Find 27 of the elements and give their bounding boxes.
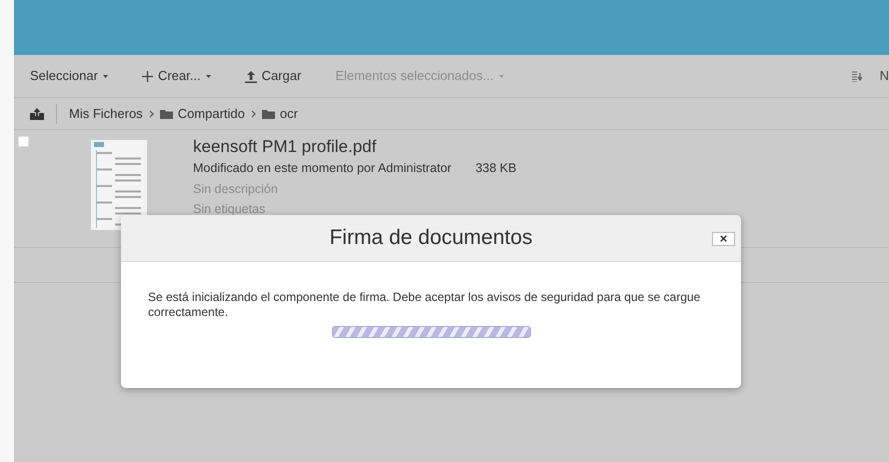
plus-icon: [142, 70, 153, 82]
breadcrumb-link[interactable]: Mis Ficheros: [69, 104, 143, 124]
toolbar-button[interactable]: Cargar: [244, 66, 302, 86]
caret-icon: [206, 74, 211, 78]
toolbar-button[interactable]: Seleccionar: [30, 66, 108, 86]
dialog-title: Firma de documentos: [329, 225, 533, 251]
caret-icon: [498, 74, 504, 78]
folder-up-icon[interactable]: [30, 108, 44, 120]
chevron-icon: [148, 110, 154, 118]
breadcrumb-link[interactable]: ocr: [262, 104, 298, 124]
file-size: 338 KB: [475, 160, 516, 178]
row-checkbox[interactable]: [18, 136, 29, 147]
breadcrumb-link[interactable]: Compartido: [160, 104, 245, 124]
folder-icon: [160, 108, 173, 118]
modified-info: Modificado en este momento por Administrator: [193, 160, 452, 178]
folder-icon: [262, 108, 275, 118]
toolbar-label: N: [880, 67, 889, 86]
toolbar-button[interactable]: Crear...: [142, 66, 211, 86]
close-button[interactable]: ×: [712, 232, 735, 246]
dialog-message: Se está inicializando el componente de firma. Debe aceptar los avisos de seguridad para que se cargue correctamente.: [148, 290, 702, 320]
sort-icon[interactable]: [852, 70, 862, 82]
file-tags: Sin etiquetas: [193, 199, 516, 220]
upload-icon: [244, 70, 257, 82]
file-name[interactable]: keensoft PM1 profile.pdf: [193, 136, 516, 158]
chevron-icon: [250, 110, 256, 118]
file-description: Sin descripción: [193, 180, 279, 198]
caret-icon: [102, 74, 108, 78]
